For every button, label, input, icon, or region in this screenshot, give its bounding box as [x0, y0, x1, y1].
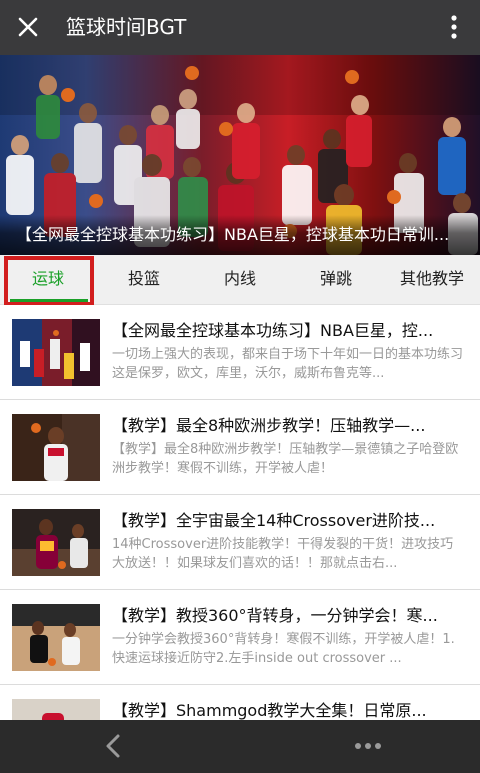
article-description: 14种Crossover进阶技能教学！干得发裂的干货！进攻技巧大放送！！如果球友… [112, 537, 454, 571]
thumbnail-image [12, 699, 100, 720]
close-button[interactable] [10, 9, 46, 45]
article-thumbnail [12, 604, 100, 671]
list-item[interactable]: 【全网最全控球基本功练习】NBA巨星，控... 一切场上强大的表现，都来自于场下… [0, 305, 480, 400]
article-title: 【教学】Shammgod教学大全集！日常原... [112, 701, 427, 720]
back-button[interactable] [98, 730, 128, 762]
article-description: 一分钟学会教授360°背转身！寒假不训练，开学被人虐！1.快速运球接近防守2.左… [112, 632, 455, 666]
list-item[interactable]: 【教学】Shammgod教学大全集！日常原... [0, 685, 480, 720]
banner-caption: 【全网最全控球基本功练习】NBA巨星，控球基本功日常训... [0, 215, 480, 255]
article-title: 【教学】全宇宙最全14种Crossover进阶技... [112, 511, 436, 530]
article-thumbnail [12, 319, 100, 386]
article-title: 【教学】最全8种欧洲步教学！压轴教学—... [112, 416, 426, 435]
article-description: 一切场上强大的表现，都来自于场下十年如一日的基本功练习这是保罗，欧文，库里，沃尔… [112, 347, 464, 381]
article-thumbnail [12, 699, 100, 720]
page-title: 篮球时间BGT [66, 15, 187, 39]
featured-banner[interactable]: 【全网最全控球基本功练习】NBA巨星，控球基本功日常训... [0, 55, 480, 255]
list-item[interactable]: 【教学】教授360°背转身，一分钟学会！寒... 一分钟学会教授360°背转身！… [0, 590, 480, 685]
article-list: 【全网最全控球基本功练习】NBA巨星，控... 一切场上强大的表现，都来自于场下… [0, 305, 480, 720]
more-vertical-icon [451, 15, 457, 39]
article-thumbnail [12, 414, 100, 481]
more-options-button[interactable] [442, 12, 466, 44]
tab-post[interactable]: 内线 [192, 255, 288, 305]
thumbnail-image [12, 509, 100, 576]
bottom-toolbar [0, 720, 480, 773]
tab-shooting[interactable]: 投篮 [96, 255, 192, 305]
category-tabs: 运球 投篮 内线 弹跳 其他教学 [0, 255, 480, 305]
back-chevron-icon [106, 734, 120, 758]
article-title: 【全网最全控球基本功练习】NBA巨星，控... [112, 321, 434, 340]
more-horizontal-icon [355, 743, 381, 749]
list-item[interactable]: 【教学】全宇宙最全14种Crossover进阶技... 14种Crossover… [0, 495, 480, 590]
top-bar: 篮球时间BGT [0, 0, 480, 55]
thumbnail-image [12, 414, 100, 481]
article-title: 【教学】教授360°背转身，一分钟学会！寒... [112, 606, 438, 625]
close-icon [18, 17, 38, 37]
thumbnail-image [12, 319, 100, 386]
thumbnail-image [12, 604, 100, 671]
tab-other-tutorials[interactable]: 其他教学 [384, 255, 480, 305]
article-description: 【教学】最全8种欧洲步教学！压轴教学—景德镇之子哈登欧洲步教学！寒假不训练，开学… [112, 442, 459, 476]
article-thumbnail [12, 509, 100, 576]
tab-dribble[interactable]: 运球 [0, 255, 96, 305]
tab-jumping[interactable]: 弹跳 [288, 255, 384, 305]
more-menu-button[interactable] [350, 732, 386, 760]
list-item[interactable]: 【教学】最全8种欧洲步教学！压轴教学—... 【教学】最全8种欧洲步教学！压轴教… [0, 400, 480, 495]
